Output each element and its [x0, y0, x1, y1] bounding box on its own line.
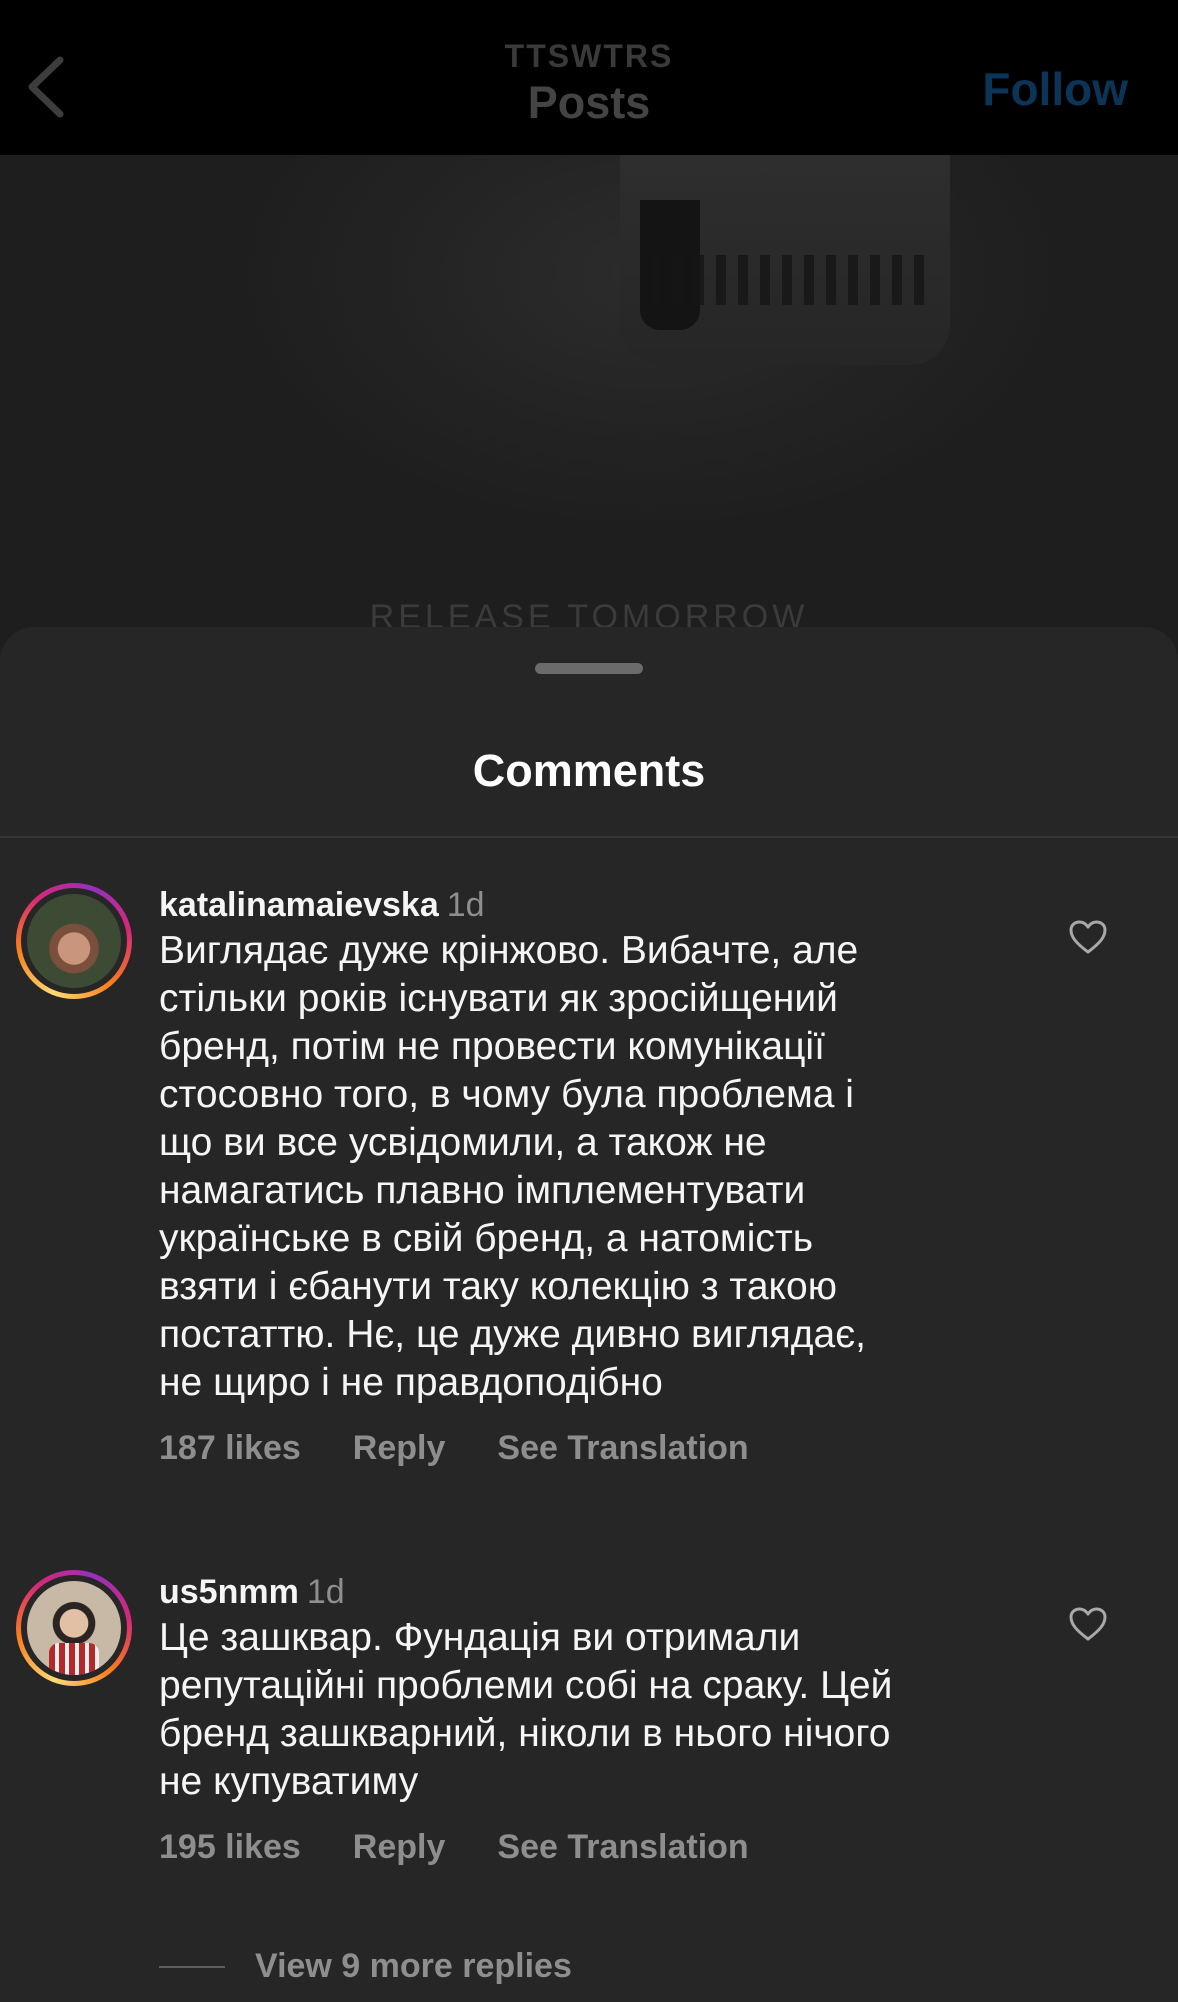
comment-time: 1d	[306, 1573, 345, 1611]
comment-actions: 195 likes Reply See Translation	[159, 1828, 1009, 1867]
likes-count[interactable]: 195 likes	[159, 1828, 301, 1867]
sheet-drag-handle[interactable]	[535, 663, 643, 674]
comment-username[interactable]: us5nmm	[159, 1573, 299, 1611]
comment-actions: 187 likes Reply See Translation	[159, 1429, 1009, 1468]
comment-body: katalinamaievska 1d Виглядає дуже крінжов…	[159, 883, 1009, 1468]
comment-body: us5nmm 1d Це зашквар. Фундація ви отримал…	[159, 1570, 1009, 1867]
like-button[interactable]	[1068, 1606, 1108, 1642]
comment-username[interactable]: katalinamaievska	[159, 886, 439, 924]
like-button[interactable]	[1068, 919, 1108, 955]
sheet-title: Comments	[472, 745, 706, 796]
avatar-story-ring[interactable]	[16, 883, 132, 999]
comments-sheet: Comments katalinamaievska 1d Виглядає дуж…	[0, 627, 1178, 2002]
heart-icon	[1069, 920, 1107, 954]
avatar-ring-gap	[21, 1575, 127, 1681]
avatar	[27, 1581, 121, 1675]
reply-button[interactable]: Reply	[353, 1828, 446, 1867]
likes-count[interactable]: 187 likes	[159, 1429, 301, 1468]
comment-header: katalinamaievska 1d	[159, 883, 1009, 927]
comment-text: Це зашквар. Фундація ви отримали репутац…	[159, 1616, 893, 1803]
heart-icon	[1069, 1607, 1107, 1641]
avatar-ring-gap	[21, 888, 127, 994]
comment-text: Виглядає дуже крінжово. Вибачте, але сті…	[159, 929, 866, 1404]
top-navigation-bar: TTSWTRS Posts Follow	[0, 0, 1178, 155]
post-image-embroidery	[650, 255, 930, 305]
view-more-replies-button[interactable]: View 9 more replies	[159, 1947, 572, 1986]
divider	[0, 836, 1178, 838]
comment-time: 1d	[446, 886, 485, 924]
view-more-replies-label: View 9 more replies	[255, 1947, 572, 1985]
avatar	[27, 894, 121, 988]
reply-button[interactable]: Reply	[353, 1429, 446, 1468]
comment-header: us5nmm 1d	[159, 1570, 1009, 1614]
follow-button[interactable]: Follow	[982, 62, 1128, 116]
see-translation-button[interactable]: See Translation	[497, 1828, 748, 1867]
see-translation-button[interactable]: See Translation	[497, 1429, 748, 1468]
replies-indent-line	[159, 1965, 225, 1968]
avatar-story-ring[interactable]	[16, 1570, 132, 1686]
